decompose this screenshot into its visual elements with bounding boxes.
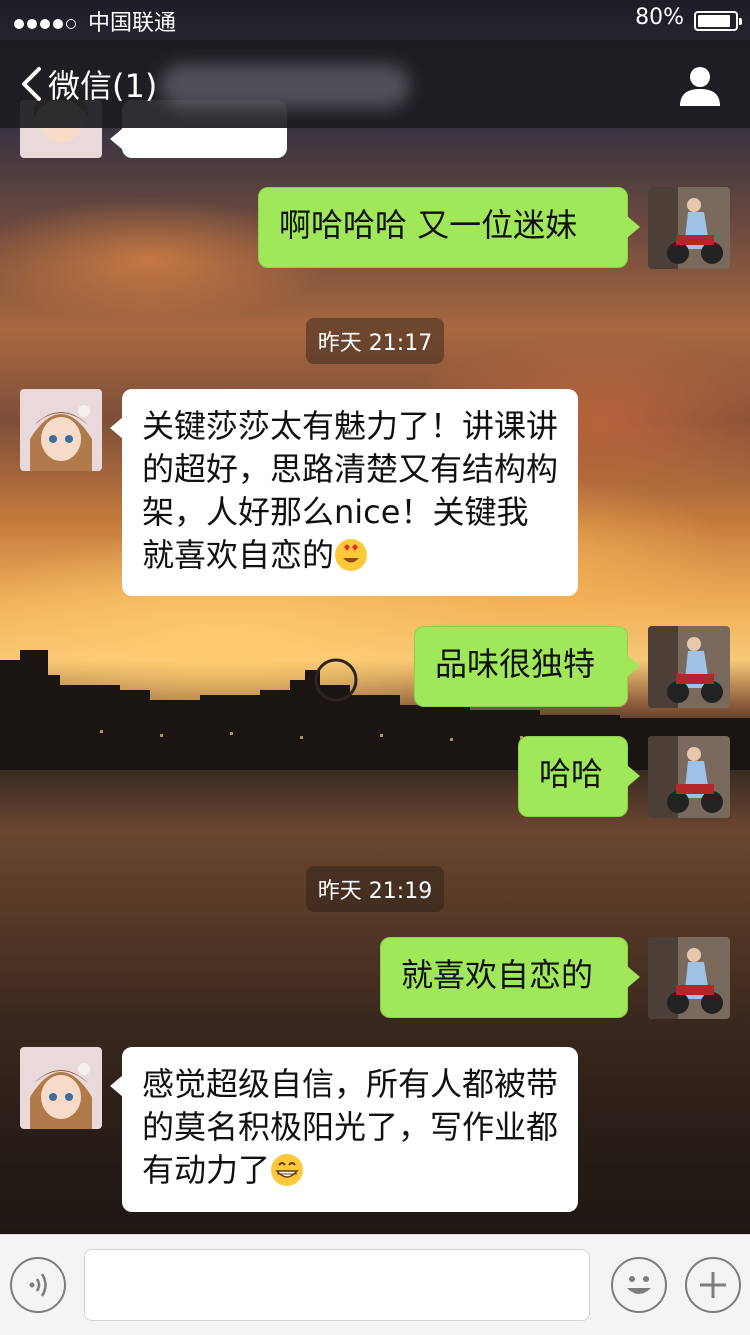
message-text: 哈哈 [539,755,604,793]
voice-button[interactable] [10,1257,66,1313]
message-text: 就喜欢自恋的 [401,956,594,994]
battery-icon [694,11,742,31]
emoji-button[interactable] [611,1257,667,1313]
message-bubble-outgoing[interactable]: 哈哈 [518,736,640,817]
message-bubble-incoming[interactable]: 关键莎莎太有魅力了！讲课讲的超好，思路清楚又有结构构架，人好那么nice！关键我… [110,389,578,596]
smiley-icon [627,1276,651,1294]
message-timestamp: 昨天 21:17 [0,318,750,364]
my-avatar[interactable] [648,187,730,269]
my-avatar[interactable] [648,937,730,1019]
message-bubble-outgoing[interactable]: 品味很独特 [414,626,640,707]
contact-avatar[interactable] [20,389,102,471]
message-text: 品味很独特 [435,645,596,683]
message-bubble-outgoing[interactable]: 就喜欢自恋的 [380,937,640,1018]
message-timestamp: 昨天 21:19 [0,866,750,912]
message-input[interactable] [84,1249,590,1321]
back-label: 微信(1) [48,67,158,105]
my-avatar[interactable] [648,736,730,818]
status-bar: 中国联通 80% [0,0,750,40]
message-bubble-incoming[interactable]: 感觉超级自信，所有人都被带的莫名积极阳光了，写作业都有动力了 [110,1047,578,1212]
timestamp-label: 昨天 21:19 [305,866,445,912]
heart-eyes-emoji-icon [335,539,368,571]
chevron-left-icon [22,67,41,101]
chat-input-bar [0,1234,750,1335]
message-text: 感觉超级自信，所有人都被带的莫名积极阳光了，写作业都有动力了 [142,1065,559,1189]
back-button[interactable]: 微信(1) [20,62,157,106]
battery-percentage: 80% [635,5,684,30]
grin-emoji-icon [271,1154,304,1186]
blurred-contact-name [160,64,410,108]
signal-strength-icon [14,10,79,35]
more-button[interactable] [685,1257,741,1313]
message-text: 啊哈哈哈 又一位迷妹 [279,206,578,244]
message-bubble-outgoing[interactable]: 啊哈哈哈 又一位迷妹 [258,187,640,268]
plus-icon [700,1272,726,1298]
voice-icon [29,1273,47,1297]
person-icon[interactable] [678,64,722,108]
navigation-bar: 微信(1) [0,40,750,128]
carrier-name: 中国联通 [88,11,177,36]
contact-avatar[interactable] [20,1047,102,1129]
timestamp-label: 昨天 21:17 [305,318,445,364]
my-avatar[interactable] [648,626,730,708]
